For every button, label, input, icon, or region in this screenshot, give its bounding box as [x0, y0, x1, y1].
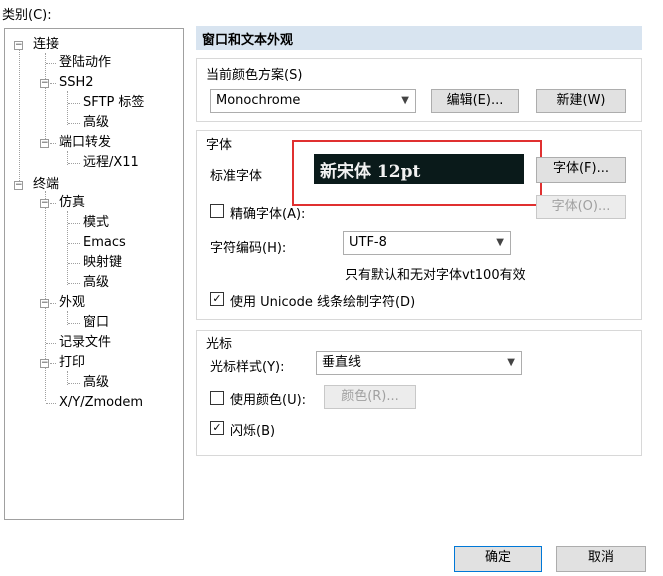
use-color-label: 使用颜色(U): [230, 393, 307, 408]
collapse-icon[interactable]: − [40, 139, 49, 148]
collapse-icon[interactable]: − [14, 41, 23, 50]
category-tree[interactable]: − 连接 登陆动作 − SSH2 SFTP 标签 高级 − 端口转发 远程/X1… [4, 28, 184, 520]
blink-label: 闪烁(B) [230, 424, 276, 439]
precise-font-checkbox[interactable] [210, 204, 224, 218]
tree-item-printing[interactable]: 打印 [59, 354, 85, 372]
cancel-button[interactable]: 取消 [556, 546, 646, 572]
edit-scheme-button[interactable]: 编辑(E)... [431, 89, 519, 113]
tree-item-port-forwarding[interactable]: 端口转发 [59, 134, 111, 152]
tree-item-login-actions[interactable]: 登陆动作 [59, 54, 111, 72]
cursor-group-title: 光标 [206, 337, 233, 352]
tree-item-window[interactable]: 窗口 [83, 314, 109, 332]
tree-item-connection[interactable]: 连接 [33, 36, 59, 54]
tree-item-ssh2[interactable]: SSH2 [59, 74, 94, 92]
tree-item-printing-advanced[interactable]: 高级 [83, 374, 109, 392]
unicode-lines-checkbox[interactable]: ✓ [210, 292, 224, 306]
color-scheme-select[interactable]: Monochrome ▼ [210, 89, 416, 113]
unicode-lines-label: 使用 Unicode 线条绘制字符(D) [230, 295, 416, 310]
precise-font-button[interactable]: 字体(O)... [536, 195, 626, 219]
tree-item-xyzmodem[interactable]: X/Y/Zmodem [59, 394, 143, 412]
encoding-select[interactable]: UTF-8 ▼ [343, 231, 511, 255]
encoding-note: 只有默认和无对字体vt100有效 [345, 268, 526, 283]
encoding-label: 字符编码(H): [210, 241, 287, 256]
blink-checkbox[interactable]: ✓ [210, 421, 224, 435]
tree-item-ssh2-advanced[interactable]: 高级 [83, 114, 109, 132]
tree-item-emulation-advanced[interactable]: 高级 [83, 274, 109, 292]
ok-button[interactable]: 确定 [454, 546, 542, 572]
tree-item-sftp-tab[interactable]: SFTP 标签 [83, 94, 144, 112]
font-button[interactable]: 字体(F)... [536, 157, 626, 183]
category-label: 类别(C): [2, 8, 52, 23]
cursor-color-button[interactable]: 颜色(R)... [324, 385, 416, 409]
chevron-down-icon: ▼ [507, 357, 515, 368]
use-color-checkbox[interactable] [210, 391, 224, 405]
new-scheme-button[interactable]: 新建(W) [536, 89, 626, 113]
color-scheme-value: Monochrome [216, 93, 301, 108]
tree-item-emacs[interactable]: Emacs [83, 234, 126, 252]
tree-item-appearance[interactable]: 外观 [59, 294, 85, 312]
collapse-icon[interactable]: − [40, 299, 49, 308]
precise-font-label: 精确字体(A): [230, 207, 306, 222]
chevron-down-icon: ▼ [401, 95, 409, 106]
tree-item-remote-x11[interactable]: 远程/X11 [83, 154, 139, 172]
collapse-icon[interactable]: − [14, 181, 23, 190]
tree-item-mapped-keys[interactable]: 映射键 [83, 254, 122, 272]
tree-item-log-file[interactable]: 记录文件 [59, 334, 111, 352]
tree-item-emulation[interactable]: 仿真 [59, 194, 85, 212]
standard-font-label: 标准字体 [210, 169, 263, 184]
encoding-value: UTF-8 [349, 235, 387, 250]
color-scheme-label: 当前颜色方案(S) [206, 68, 303, 83]
section-title: 窗口和文本外观 [196, 26, 642, 50]
tree-item-modes[interactable]: 模式 [83, 214, 109, 232]
font-group-title: 字体 [206, 138, 233, 153]
cursor-style-label: 光标样式(Y): [210, 360, 285, 375]
collapse-icon[interactable]: − [40, 359, 49, 368]
highlight-box [292, 140, 542, 206]
cursor-style-select[interactable]: 垂直线 ▼ [316, 351, 522, 375]
collapse-icon[interactable]: − [40, 199, 49, 208]
cursor-style-value: 垂直线 [322, 355, 362, 370]
tree-item-terminal[interactable]: 终端 [33, 176, 59, 194]
collapse-icon[interactable]: − [40, 79, 49, 88]
chevron-down-icon: ▼ [496, 237, 504, 248]
